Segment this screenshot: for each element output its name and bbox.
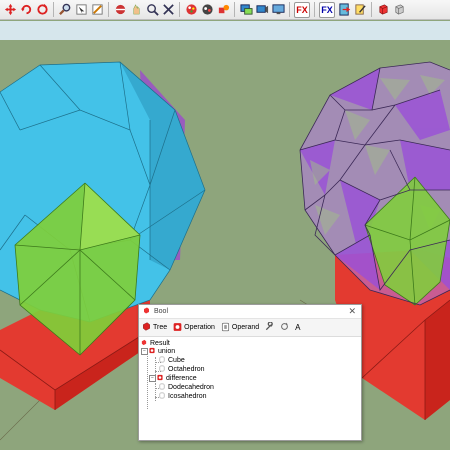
import-icon[interactable]: FX <box>319 1 335 18</box>
bool-icon[interactable] <box>376 3 390 17</box>
measure-icon[interactable] <box>90 3 104 17</box>
tree-node-icosahedron[interactable]: Icosahedron <box>159 392 207 401</box>
refresh-button[interactable] <box>280 322 289 333</box>
camera-icon[interactable] <box>255 3 269 17</box>
tree-node-octahedron[interactable]: Octahedron <box>159 365 205 374</box>
tree-connector <box>155 383 156 401</box>
edit-icon[interactable] <box>353 3 367 17</box>
dialog-title: Bool <box>154 308 169 315</box>
tree-button[interactable]: Tree <box>142 322 167 333</box>
extrude-icon[interactable] <box>392 3 406 17</box>
tree-button-label: Tree <box>153 324 168 331</box>
operand-icon <box>159 365 165 374</box>
tree-node-cube[interactable]: Cube <box>159 356 185 365</box>
toolbar-separator <box>53 2 54 17</box>
tree-node-union[interactable]: − union <box>141 347 175 356</box>
operation-button[interactable]: Operation <box>173 322 215 334</box>
operand-button[interactable]: Operand <box>221 322 259 334</box>
dialog-toolbar: Tree Operation Operand A <box>139 319 361 337</box>
tree-label: Octahedron <box>168 366 205 373</box>
screen-icon[interactable] <box>271 3 285 17</box>
zoom-window-icon[interactable] <box>145 3 159 17</box>
tree-label: Icosahedron <box>168 393 207 400</box>
operation-icon <box>173 322 182 334</box>
cube-icon <box>142 322 151 333</box>
shapes-icon[interactable] <box>216 3 230 17</box>
toolbar-separator <box>314 2 315 17</box>
operation-icon <box>157 374 163 383</box>
dialog-titlebar[interactable]: Bool ✕ <box>139 305 361 319</box>
bool-dialog: Bool ✕ Tree Operation Operand A Result −… <box>138 304 362 441</box>
operand-icon <box>159 356 165 365</box>
zoom-icon[interactable] <box>58 3 72 17</box>
wrench-icon <box>265 321 274 333</box>
close-button[interactable]: ✕ <box>348 306 356 317</box>
bool-icon <box>143 307 150 316</box>
operand-icon <box>159 392 165 401</box>
operand-icon <box>221 322 230 334</box>
toolbar-separator <box>179 2 180 17</box>
refresh-icon <box>280 322 289 333</box>
rotate-icon[interactable] <box>19 3 33 17</box>
operation-icon <box>149 347 155 356</box>
tree-node-dodecahedron[interactable]: Dodecahedron <box>159 383 214 392</box>
wrench-button[interactable] <box>265 321 274 333</box>
export-icon[interactable]: FX <box>294 1 310 18</box>
orbit-icon[interactable] <box>113 3 127 17</box>
select-icon[interactable] <box>74 3 88 17</box>
operation-button-label: Operation <box>184 324 215 331</box>
red-cube-face <box>425 300 450 420</box>
tree-label: Result <box>150 340 170 347</box>
file-icon[interactable] <box>337 3 351 17</box>
toolbar-separator <box>108 2 109 17</box>
move-icon[interactable] <box>3 3 17 17</box>
tree-connector <box>147 349 148 409</box>
view-icon[interactable] <box>239 3 253 17</box>
tree-label: difference <box>166 375 197 382</box>
toolbar-separator <box>289 2 290 17</box>
zoom-extents-icon[interactable] <box>161 3 175 17</box>
color-icon[interactable] <box>200 3 214 17</box>
bool-tree: Result − union Cube Octahedron − differe… <box>139 337 361 409</box>
tree-label: union <box>158 348 176 355</box>
font-label: A <box>295 323 301 332</box>
refresh-icon[interactable] <box>35 3 49 17</box>
tree-label: Dodecahedron <box>168 384 214 391</box>
pan-icon[interactable] <box>129 3 143 17</box>
tree-node-difference[interactable]: − difference <box>149 374 197 383</box>
toolbar-separator <box>234 2 235 17</box>
main-toolbar: FX FX <box>0 0 450 20</box>
toolbar-separator <box>371 2 372 17</box>
tree-label: Cube <box>168 357 185 364</box>
collapse-toggle[interactable]: − <box>149 375 156 382</box>
operand-icon <box>159 383 165 392</box>
paint-icon[interactable] <box>184 3 198 17</box>
operand-button-label: Operand <box>231 324 260 331</box>
tree-connector <box>155 357 156 375</box>
font-button[interactable]: A <box>295 323 300 332</box>
collapse-toggle[interactable]: − <box>141 348 148 355</box>
